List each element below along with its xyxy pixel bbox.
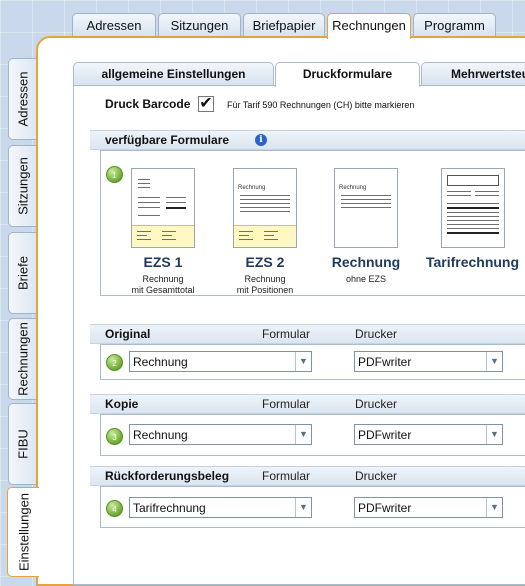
side-tab-label: Briefe (15, 256, 30, 290)
form-tarifrechnung-title: Tarifrechnung (425, 254, 520, 270)
kopie-title: Kopie (105, 397, 139, 411)
original-drucker-label: Drucker (355, 327, 398, 341)
chevron-down-icon[interactable]: ▼ (486, 425, 502, 444)
select-value: Rechnung (133, 355, 188, 369)
top-tab-adressen[interactable]: Adressen (72, 13, 156, 37)
inner-tab-druckformulare[interactable]: Druckformulare (275, 62, 420, 87)
side-tab-label: Rechnungen (15, 322, 30, 396)
inner-tab-allgemeine-einstellungen[interactable]: allgemeine Einstellungen (73, 62, 274, 86)
step-1-icon: 1 (106, 166, 123, 183)
form-rechnung-thumbnail[interactable]: Rechnung (334, 168, 398, 248)
original-formular-select[interactable]: Rechnung ▼ (129, 351, 312, 372)
chevron-down-icon[interactable]: ▼ (486, 498, 502, 517)
formulare-title: verfügbare Formulare (105, 133, 230, 147)
rueckforderung-drucker-select[interactable]: PDFwriter ▼ (354, 497, 503, 518)
original-formular-label: Formular (262, 327, 311, 341)
rueckforderung-drucker-label: Drucker (355, 469, 398, 483)
form-ezs2-title: EZS 2 (245, 254, 285, 270)
inner-tab-mehrwertsteuer[interactable]: Mehrwertsteu (421, 62, 525, 86)
original-drucker-select[interactable]: PDFwriter ▼ (354, 351, 503, 372)
step-2-icon: 2 (106, 354, 123, 371)
form-ezs2-thumbnail[interactable]: Rechnung (233, 168, 297, 248)
chevron-down-icon[interactable]: ▼ (295, 352, 311, 371)
select-value: PDFwriter (358, 501, 412, 515)
form-ezs1-sub1: Rechnung (142, 274, 184, 284)
top-tab-programm[interactable]: Programm (413, 13, 496, 37)
rueckforderung-formular-label: Formular (262, 469, 311, 483)
original-title: Original (105, 327, 151, 341)
barcode-checkbox[interactable]: ✔ (198, 96, 214, 112)
rueckforderung-formular-select[interactable]: Tarifrechnung ▼ (129, 497, 312, 518)
kopie-drucker-label: Drucker (355, 397, 398, 411)
select-value: Rechnung (133, 428, 188, 442)
form-tarifrechnung-thumbnail[interactable] (441, 168, 505, 248)
top-tab-briefpapier[interactable]: Briefpapier (243, 13, 325, 37)
barcode-label: Druck Barcode (105, 97, 191, 111)
select-value: PDFwriter (358, 428, 412, 442)
form-ezs1-sub2: mit Gesamttotal (131, 285, 195, 295)
side-tab-adressen[interactable]: Adressen (8, 58, 36, 140)
side-tab-rechnungen[interactable]: Rechnungen (8, 318, 36, 400)
step-4-icon: 4 (106, 500, 123, 517)
side-tab-label: Adressen (15, 71, 30, 127)
side-tab-sitzungen[interactable]: Sitzungen (8, 145, 36, 227)
side-tab-label: Einstellungen (16, 492, 31, 572)
step-3-icon: 3 (106, 428, 123, 445)
barcode-hint: Für Tarif 590 Rechnungen (CH) bitte mark… (227, 100, 415, 110)
form-ezs1-thumbnail[interactable] (131, 168, 195, 248)
side-tab-fibu[interactable]: FIBU (8, 403, 36, 485)
thumb-label: Rechnung (238, 185, 266, 191)
rueckforderung-title: Rückforderungsbeleg (105, 469, 230, 483)
form-rechnung-title: Rechnung (331, 254, 401, 270)
form-ezs1-title: EZS 1 (143, 254, 183, 270)
checkmark-icon: ✔ (199, 95, 213, 112)
kopie-formular-label: Formular (262, 397, 311, 411)
thumb-label: Rechnung (339, 185, 367, 191)
form-ezs2-sub2: mit Positionen (236, 285, 294, 295)
side-tab-briefe[interactable]: Briefe (8, 232, 36, 314)
side-tab-einstellungen[interactable]: Einstellungen (7, 487, 39, 577)
info-icon[interactable]: i (255, 134, 267, 146)
kopie-drucker-select[interactable]: PDFwriter ▼ (354, 424, 503, 445)
kopie-formular-select[interactable]: Rechnung ▼ (129, 424, 312, 445)
select-value: Tarifrechnung (133, 501, 206, 515)
top-tab-rechnungen[interactable]: Rechnungen (327, 13, 411, 39)
chevron-down-icon[interactable]: ▼ (295, 425, 311, 444)
chevron-down-icon[interactable]: ▼ (486, 352, 502, 371)
top-tab-sitzungen[interactable]: Sitzungen (158, 13, 241, 37)
select-value: PDFwriter (358, 355, 412, 369)
form-ezs2-sub1: Rechnung (244, 274, 286, 284)
side-tab-label: Sitzungen (15, 157, 30, 215)
form-rechnung-sub1: ohne EZS (345, 274, 387, 284)
chevron-down-icon[interactable]: ▼ (295, 498, 311, 517)
side-tab-label: FIBU (15, 429, 30, 459)
